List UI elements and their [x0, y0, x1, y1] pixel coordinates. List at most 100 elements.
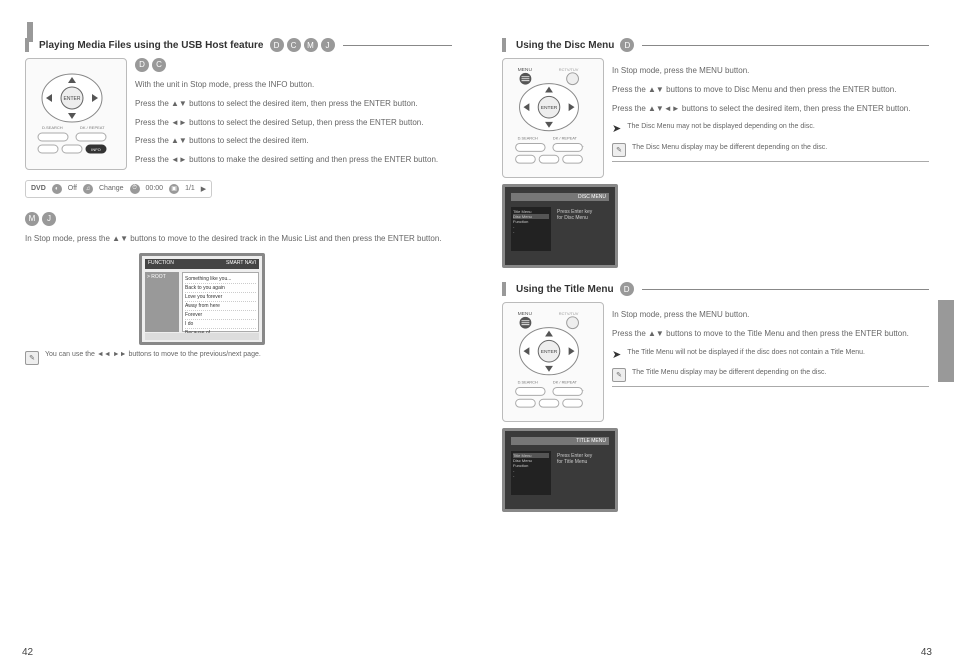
dvd-icon: D: [270, 38, 284, 52]
section-3-body: MENU RCTV/TUV ENTER D.SEARCH DK / REPEAT…: [502, 58, 929, 268]
dvd-icon-s3: D: [620, 38, 634, 52]
note-icon: ✎: [612, 368, 626, 382]
shot-top-left: FUNCTION: [148, 260, 174, 268]
remote-illustration-4: MENU RCTV/TUV ENTER D.SEARCH DK / REPEAT…: [502, 302, 602, 512]
svg-text:D.SEARCH: D.SEARCH: [518, 136, 538, 141]
s4-note: ✎ The Title Menu display may be differen…: [612, 368, 929, 382]
section-2-step: In Stop mode, press the ▲▼ buttons to mo…: [25, 234, 452, 245]
shot-top-right: SMART NAVI: [226, 260, 256, 268]
svg-text:ENTER: ENTER: [541, 105, 558, 111]
jpeg-icon: J: [321, 38, 335, 52]
remote-svg: ENTER D.SEARCH DK / REPEAT INFO: [30, 63, 114, 163]
s3-step-3: Press the ▲▼◄► buttons to select the des…: [612, 104, 929, 115]
s3-note: ✎ The Disc Menu display may be different…: [612, 143, 929, 157]
hint-text: The Title Menu will not be displayed if …: [627, 348, 865, 357]
step-2: Press the ▲▼ buttons to select the desir…: [135, 99, 452, 110]
chapter-icon: ▣: [169, 184, 179, 194]
section-4-body: MENU RCTV/TUV ENTER D.SEARCH DK / REPEAT…: [502, 302, 929, 512]
list-item: I do: [185, 320, 256, 329]
svg-text:D.SEARCH: D.SEARCH: [518, 380, 538, 385]
mp3-icon-2: M: [25, 212, 39, 226]
svg-text:DK / REPEAT: DK / REPEAT: [80, 125, 105, 130]
caret-icon: ➤: [612, 348, 621, 363]
shot-line2: for Title Menu: [557, 459, 592, 465]
disc-display-strip: DVD ◐Off ♫Change ⏱00:00 ▣1/1 ▶: [25, 180, 212, 198]
step-5: Press the ◄► buttons to make the desired…: [135, 155, 452, 166]
page-left: Playing Media Files using the USB Host f…: [0, 0, 477, 666]
remote-svg-4: MENU RCTV/TUV ENTER D.SEARCH DK / REPEAT…: [507, 307, 591, 415]
svg-text:D.SEARCH: D.SEARCH: [42, 125, 63, 130]
s3-hint: ➤ The Disc Menu may not be displayed dep…: [612, 122, 929, 137]
svg-text:INFO: INFO: [91, 147, 101, 152]
track-list: Something like you... Back to you again …: [182, 272, 259, 332]
remote-illustration-1: ENTER D.SEARCH DK / REPEAT INFO: [25, 58, 125, 174]
dvd-icon-s4: D: [620, 282, 634, 296]
playlist-screenshot: FUNCTION SMART NAVI > ROOT Something lik…: [139, 253, 265, 345]
shot-root: > ROOT: [145, 272, 179, 282]
note-icon: ✎: [25, 351, 39, 365]
mp3-icon: M: [304, 38, 318, 52]
step-4: Press the ▲▼ buttons to select the desir…: [135, 136, 452, 147]
menu-row: -: [513, 473, 549, 478]
svg-text:MENU: MENU: [518, 311, 533, 317]
section-3-title: Using the Disc Menu: [516, 40, 614, 51]
step-3: Press the ◄► buttons to select the desir…: [135, 118, 452, 129]
note-text: You can use the ◄◄ ►► buttons to move to…: [45, 351, 261, 358]
section-2-instructions: In Stop mode, press the ▲▼ buttons to mo…: [25, 234, 452, 245]
section-4-heading: Using the Title Menu D: [502, 282, 929, 296]
list-item: Something like you...: [185, 275, 256, 284]
s4-hint: ➤ The Title Menu will not be displayed i…: [612, 348, 929, 363]
time-icon: ⏱: [130, 184, 140, 194]
dvd-icon-small: D: [135, 58, 149, 72]
svg-text:ENTER: ENTER: [541, 349, 558, 355]
list-item: Back to you again: [185, 284, 256, 293]
page-number-right: 43: [921, 647, 932, 658]
hint-text: The Disc Menu may not be displayed depen…: [627, 122, 815, 131]
strip-label: DVD: [31, 185, 46, 192]
title-menu-screenshot: TITLE MENU Title Menu Disc Menu Function…: [502, 428, 618, 512]
note-text: The Disc Menu display may be different d…: [632, 143, 827, 152]
menu-row: -: [513, 229, 549, 234]
s4-step-2: Press the ▲▼ buttons to move to the Titl…: [612, 329, 929, 340]
caret-icon: ➤: [612, 122, 621, 137]
play-icon: ▶: [201, 185, 206, 193]
shot-hdr: DISC MENU: [575, 193, 609, 201]
page-number-left: 42: [22, 647, 33, 658]
section-4-title: Using the Title Menu: [516, 284, 614, 295]
list-item: Forever: [185, 311, 256, 320]
s3-step-1: In Stop mode, press the MENU button.: [612, 66, 929, 77]
note-text: The Title Menu display may be different …: [632, 368, 826, 377]
angle-icon: ◐: [52, 184, 62, 194]
svg-text:MENU: MENU: [518, 67, 533, 73]
section-2-note: ✎ You can use the ◄◄ ►► buttons to move …: [25, 351, 452, 365]
audio-icon: ♫: [83, 184, 93, 194]
svg-text:RCTV/TUV: RCTV/TUV: [559, 311, 579, 316]
section-1-heading: Playing Media Files using the USB Host f…: [25, 38, 452, 52]
side-tab: [938, 300, 954, 382]
svg-text:DK / REPEAT: DK / REPEAT: [553, 380, 578, 385]
list-item: Love you forever: [185, 293, 256, 302]
step-1: With the unit in Stop mode, press the IN…: [135, 80, 452, 91]
cd-icon: C: [287, 38, 301, 52]
list-item: Away from here: [185, 302, 256, 311]
svg-text:DK / REPEAT: DK / REPEAT: [553, 136, 578, 141]
section-3-instructions: In Stop mode, press the MENU button. Pre…: [612, 58, 929, 268]
section-3-heading: Using the Disc Menu D: [502, 38, 929, 52]
svg-text:ENTER: ENTER: [64, 96, 81, 102]
s4-step-1: In Stop mode, press the MENU button.: [612, 310, 929, 321]
page-right: Using the Disc Menu D MENU RCTV/TUV ENTE…: [477, 0, 954, 666]
section-1-title: Playing Media Files using the USB Host f…: [39, 40, 264, 51]
svg-text:RCTV/TUV: RCTV/TUV: [559, 67, 579, 72]
jpeg-icon-2: J: [42, 212, 56, 226]
shot-line2: for Disc Menu: [557, 215, 592, 221]
section-1-instructions: D C With the unit in Stop mode, press th…: [135, 58, 452, 174]
section-1-body: ENTER D.SEARCH DK / REPEAT INFO: [25, 58, 452, 174]
remote-svg-3: MENU RCTV/TUV ENTER D.SEARCH DK / REPEAT…: [507, 63, 591, 171]
disc-menu-screenshot: DISC MENU Title Menu Disc Menu Function …: [502, 184, 618, 268]
note-icon: ✎: [612, 143, 626, 157]
page-header-bar: [27, 22, 33, 42]
cd-icon-small: C: [152, 58, 166, 72]
shot-hdr: TITLE MENU: [573, 437, 609, 445]
remote-illustration-3: MENU RCTV/TUV ENTER D.SEARCH DK / REPEAT…: [502, 58, 602, 268]
s3-step-2: Press the ▲▼ buttons to move to Disc Men…: [612, 85, 929, 96]
